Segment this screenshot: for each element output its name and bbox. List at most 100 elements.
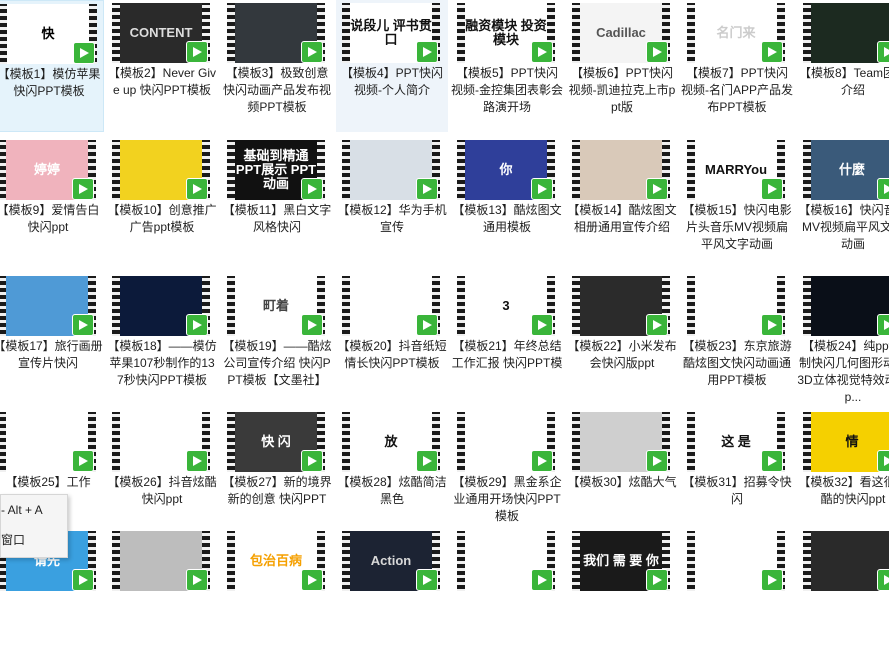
video-thumbnail xyxy=(342,276,440,336)
file-item[interactable]: 【模板22】小米发布会快闪版ppt xyxy=(566,273,678,405)
file-item[interactable]: 【模板26】抖音炫酷快闪ppt xyxy=(106,409,218,541)
file-item[interactable]: Cadillac 【模板6】PPT快闪视频-凯迪拉克上市ppt版 xyxy=(566,0,678,132)
file-type-icon xyxy=(416,314,438,336)
file-item[interactable]: 【模板12】华为手机宣传 xyxy=(336,137,448,269)
file-name: 【模板14】酷炫图文相册通用宣传介绍 xyxy=(567,203,677,234)
file-item[interactable]: 【模板10】创意推广广告ppt模板 xyxy=(106,137,218,269)
file-name: 【模板20】抖音纸短情长快闪PPT模板 xyxy=(337,339,447,370)
file-item[interactable]: 包治百病 xyxy=(221,528,333,660)
file-item[interactable]: 什麼【模板16】快闪音乐MV视频扁平风文字动画 xyxy=(797,137,889,269)
file-item[interactable]: 情【模板32】看这很炫酷的快闪ppt xyxy=(797,409,889,541)
film-strip-edge xyxy=(687,531,695,591)
file-type-icon xyxy=(877,314,889,336)
file-item[interactable]: MARRYou 【模板15】快闪电影片头音乐MV视频扁平风文字动画 xyxy=(681,137,793,269)
file-item[interactable]: 【模板18】——模仿苹果107秒制作的137秒快闪PPT模板 xyxy=(106,273,218,405)
video-thumbnail xyxy=(803,531,889,591)
file-name: 【模板16】快闪音乐MV视频扁平风文字动画 xyxy=(798,203,889,251)
file-type-icon xyxy=(761,178,783,200)
video-thumbnail: 名门来 xyxy=(687,3,785,63)
file-name: 【模板10】创意推广广告ppt模板 xyxy=(107,203,217,234)
file-item[interactable]: 你【模板13】酷炫图文通用模板 xyxy=(451,137,563,269)
file-name: 【模板5】PPT快闪视频-金控集团表彰会路演开场 xyxy=(451,66,563,114)
shortcut-text[interactable]: - Alt + A xyxy=(1,503,43,517)
file-type-icon xyxy=(416,41,438,63)
film-strip-edge xyxy=(687,3,695,63)
file-item[interactable]: 快【模板1】模仿苹果快闪PPT模板 xyxy=(0,0,104,132)
file-item[interactable]: 融资模块 投资模块 【模板5】PPT快闪视频-金控集团表彰会路演开场 xyxy=(451,0,563,132)
file-item[interactable] xyxy=(797,528,889,660)
file-name: 【模板32】看这很炫酷的快闪ppt xyxy=(798,475,889,506)
video-thumbnail xyxy=(227,3,325,63)
window-text[interactable]: 窗口 xyxy=(1,531,25,548)
file-item[interactable]: 说段儿 评书贯口 【模板4】PPT快闪视频-个人简介 xyxy=(336,0,448,132)
file-item[interactable] xyxy=(681,528,793,660)
file-item[interactable]: 我们 需 要 你 xyxy=(566,528,678,660)
film-strip-edge xyxy=(803,412,811,472)
file-item[interactable]: 【模板23】东京旅游酷炫图文快闪动画通用PPT模板 xyxy=(681,273,793,405)
film-strip-edge xyxy=(572,412,580,472)
file-type-icon xyxy=(73,42,95,64)
file-name: 【模板2】Never Give up 快闪PPT模板 xyxy=(107,66,217,97)
file-name: 【模板17】旅行画册宣传片快闪 xyxy=(0,339,103,370)
file-item[interactable]: 名门来 【模板7】PPT快闪视频-名门APP产品发布PPT模板 xyxy=(681,0,793,132)
file-type-icon xyxy=(761,569,783,591)
file-item[interactable] xyxy=(106,528,218,660)
file-item[interactable]: 【模板29】黑金系企业通用开场快闪PPT模板 xyxy=(451,409,563,541)
video-thumbnail xyxy=(112,276,210,336)
file-item[interactable]: 【模板8】Team团队介绍 xyxy=(797,0,889,132)
file-item[interactable]: 【模板20】抖音纸短情长快闪PPT模板 xyxy=(336,273,448,405)
context-popup: - Alt + A 窗口 xyxy=(0,494,68,558)
file-item[interactable]: 婷婷 【模板9】爱情告白快闪ppt xyxy=(0,137,104,269)
video-thumbnail: Cadillac xyxy=(572,3,670,63)
file-type-icon xyxy=(301,178,323,200)
file-type-icon xyxy=(877,178,889,200)
file-name: 【模板24】纯ppt绘制快闪几何图形动感3D立体视觉特效动画p... xyxy=(797,339,889,404)
file-item[interactable]: Action xyxy=(336,528,448,660)
video-thumbnail: 你 xyxy=(457,140,555,200)
video-thumbnail xyxy=(572,140,670,200)
file-item[interactable]: 【模板14】酷炫图文相册通用宣传介绍 xyxy=(566,137,678,269)
film-strip-edge xyxy=(687,276,695,336)
film-strip-edge xyxy=(457,3,465,63)
file-name: 【模板6】PPT快闪视频-凯迪拉克上市ppt版 xyxy=(568,66,676,114)
file-item[interactable]: 这 是【模板31】招募令快闪 xyxy=(681,409,793,541)
file-type-icon xyxy=(301,41,323,63)
file-name: 【模板21】年终总结 工作汇报 快闪PPT模 xyxy=(451,339,563,370)
file-item[interactable]: 放【模板28】炫酷简洁黑色 xyxy=(336,409,448,541)
file-type-icon xyxy=(416,450,438,472)
file-name: 【模板31】招募令快闪 xyxy=(682,475,792,506)
film-strip-edge xyxy=(227,531,235,591)
film-strip-edge xyxy=(112,531,120,591)
file-item[interactable]: 【模板30】炫酷大气 xyxy=(566,409,678,541)
video-thumbnail: MARRYou xyxy=(687,140,785,200)
video-thumbnail: 我们 需 要 你 xyxy=(572,531,670,591)
film-strip-edge xyxy=(227,276,235,336)
file-item[interactable]: 快 闪【模板27】新的境界新的创意 快闪PPT xyxy=(221,409,333,541)
file-item[interactable]: 町着 【模板19】——酷炫公司宣传介绍 快闪PPT模板【文墨社】 xyxy=(221,273,333,405)
file-name: 【模板13】酷炫图文通用模板 xyxy=(452,203,562,234)
video-thumbnail xyxy=(342,140,440,200)
film-strip-edge xyxy=(342,276,350,336)
file-item[interactable] xyxy=(451,528,563,660)
file-name: 【模板7】PPT快闪视频-名门APP产品发布PPT模板 xyxy=(681,66,794,114)
file-name: 【模板3】极致创意快闪动画产品发布视频PPT模板 xyxy=(222,66,331,114)
file-item[interactable]: 3 【模板21】年终总结 工作汇报 快闪PPT模 xyxy=(451,273,563,405)
film-strip-edge xyxy=(457,531,465,591)
film-strip-edge xyxy=(572,276,580,336)
file-item[interactable]: 【模板24】纯ppt绘制快闪几何图形动感3D立体视觉特效动画p... xyxy=(797,273,889,405)
video-thumbnail: 什麼 xyxy=(803,140,889,200)
file-item[interactable]: 基础到精通 PPT展示 PPT动画 【模板11】黑白文字风格快闪 xyxy=(221,137,333,269)
video-thumbnail xyxy=(572,412,670,472)
file-name: 【模板25】工作 xyxy=(5,475,91,489)
file-type-icon xyxy=(416,178,438,200)
file-grid: 快【模板1】模仿苹果快闪PPT模板 CONTENT 【模板2】Never Give … xyxy=(0,0,889,592)
video-thumbnail xyxy=(687,276,785,336)
film-strip-edge xyxy=(572,531,580,591)
file-item[interactable]: 【模板3】极致创意快闪动画产品发布视频PPT模板 xyxy=(221,0,333,132)
file-type-icon xyxy=(646,569,668,591)
film-strip-edge xyxy=(342,412,350,472)
file-item[interactable]: 【模板17】旅行画册宣传片快闪 xyxy=(0,273,104,405)
video-thumbnail: 婷婷 xyxy=(0,140,96,200)
file-item[interactable]: CONTENT 【模板2】Never Give up 快闪PPT模板 xyxy=(106,0,218,132)
film-strip-edge xyxy=(457,140,465,200)
